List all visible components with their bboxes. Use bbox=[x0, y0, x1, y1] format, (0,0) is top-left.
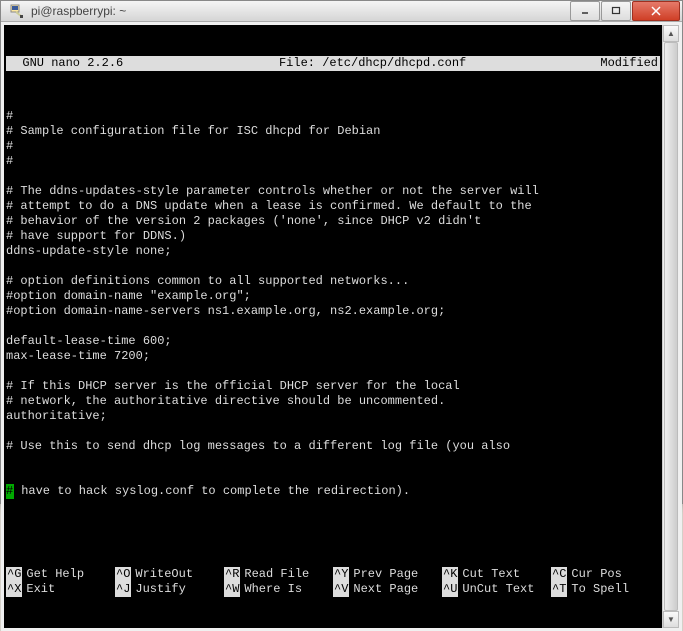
file-line: # option definitions common to all suppo… bbox=[6, 274, 660, 289]
terminal-container: GNU nano 2.2.6 File: /etc/dhcp/dhcpd.con… bbox=[1, 22, 682, 631]
shortcut-item: ^T To Spell bbox=[551, 582, 660, 597]
file-line: ddns-update-style none; bbox=[6, 244, 660, 259]
file-line: # bbox=[6, 139, 660, 154]
file-line: max-lease-time 7200; bbox=[6, 349, 660, 364]
shortcut-label: Prev Page bbox=[353, 567, 418, 582]
editor-header: GNU nano 2.2.6 File: /etc/dhcp/dhcpd.con… bbox=[6, 56, 660, 71]
app-window: pi@raspberrypi: ~ GNU nano 2.2.6 File: /… bbox=[0, 0, 683, 504]
shortcut-item: ^W Where Is bbox=[224, 582, 333, 597]
file-line: # attempt to do a DNS update when a leas… bbox=[6, 199, 660, 214]
file-line: #option domain-name-servers ns1.example.… bbox=[6, 304, 660, 319]
file-line: # The ddns-updates-style parameter contr… bbox=[6, 184, 660, 199]
window-title: pi@raspberrypi: ~ bbox=[31, 4, 569, 18]
shortcut-item: ^G Get Help bbox=[6, 567, 115, 582]
shortcut-item: ^X Exit bbox=[6, 582, 115, 597]
shortcut-key: ^G bbox=[6, 567, 22, 582]
file-line bbox=[6, 259, 660, 274]
shortcut-bar: ^G Get Help ^O WriteOut ^R Read File ^Y Prev Pa… bbox=[6, 567, 660, 597]
file-line: # network, the authoritative directive s… bbox=[6, 394, 660, 409]
file-line: # have support for DDNS.) bbox=[6, 229, 660, 244]
file-line: authoritative; bbox=[6, 409, 660, 424]
cursor-line: # have to hack syslog.conf to complete t… bbox=[6, 484, 660, 499]
file-line bbox=[6, 364, 660, 379]
shortcut-label: Exit bbox=[26, 582, 55, 597]
file-line: # Use this to send dhcp log messages to … bbox=[6, 439, 660, 454]
shortcut-label: Cut Text bbox=[462, 567, 520, 582]
file-content: ## Sample configuration file for ISC dhc… bbox=[6, 109, 660, 454]
file-line: # bbox=[6, 154, 660, 169]
file-line bbox=[6, 169, 660, 184]
file-line: # If this DHCP server is the official DH… bbox=[6, 379, 660, 394]
scroll-up-button[interactable]: ▲ bbox=[663, 25, 679, 42]
terminal[interactable]: GNU nano 2.2.6 File: /etc/dhcp/dhcpd.con… bbox=[4, 25, 662, 628]
shortcut-label: Next Page bbox=[353, 582, 418, 597]
shortcut-label: UnCut Text bbox=[462, 582, 534, 597]
titlebar[interactable]: pi@raspberrypi: ~ bbox=[1, 1, 682, 22]
shortcut-label: Cur Pos bbox=[571, 567, 621, 582]
shortcut-label: To Spell bbox=[571, 582, 629, 597]
shortcut-item: ^J Justify bbox=[115, 582, 224, 597]
scroll-thumb[interactable] bbox=[664, 42, 678, 611]
putty-icon bbox=[9, 3, 25, 19]
shortcut-item: ^O WriteOut bbox=[115, 567, 224, 582]
cursor: # bbox=[6, 484, 14, 499]
shortcut-key: ^U bbox=[442, 582, 458, 597]
shortcut-key: ^Y bbox=[333, 567, 349, 582]
shortcut-label: Get Help bbox=[26, 567, 84, 582]
shortcut-key: ^R bbox=[224, 567, 240, 582]
editor-status: Modified bbox=[598, 56, 660, 71]
maximize-button[interactable] bbox=[601, 1, 631, 21]
shortcut-key: ^O bbox=[115, 567, 131, 582]
shortcut-key: ^J bbox=[115, 582, 131, 597]
scroll-down-button[interactable]: ▼ bbox=[663, 611, 679, 628]
shortcut-key: ^C bbox=[551, 567, 567, 582]
shortcut-label: Where Is bbox=[244, 582, 302, 597]
file-line bbox=[6, 319, 660, 334]
shortcut-item: ^V Next Page bbox=[333, 582, 442, 597]
shortcut-item: ^K Cut Text bbox=[442, 567, 551, 582]
editor-file-label: File: /etc/dhcp/dhcpd.conf bbox=[147, 56, 599, 71]
shortcut-item: ^U UnCut Text bbox=[442, 582, 551, 597]
file-line: # behavior of the version 2 packages ('n… bbox=[6, 214, 660, 229]
file-line: #option domain-name "example.org"; bbox=[6, 289, 660, 304]
shortcut-label: Read File bbox=[244, 567, 309, 582]
file-line: default-lease-time 600; bbox=[6, 334, 660, 349]
shortcut-item: ^Y Prev Page bbox=[333, 567, 442, 582]
scrollbar[interactable]: ▲ ▼ bbox=[662, 25, 679, 628]
shortcut-key: ^X bbox=[6, 582, 22, 597]
shortcut-item: ^C Cur Pos bbox=[551, 567, 660, 582]
window-controls bbox=[569, 1, 680, 21]
shortcut-label: Justify bbox=[135, 582, 185, 597]
scroll-track[interactable] bbox=[663, 42, 679, 611]
close-button[interactable] bbox=[632, 1, 680, 21]
shortcut-key: ^V bbox=[333, 582, 349, 597]
cursor-line-rest: have to hack syslog.conf to complete the… bbox=[14, 484, 410, 499]
shortcut-key: ^K bbox=[442, 567, 458, 582]
file-line: # bbox=[6, 109, 660, 124]
shortcut-key: ^T bbox=[551, 582, 567, 597]
shortcut-key: ^W bbox=[224, 582, 240, 597]
shortcut-label: WriteOut bbox=[135, 567, 193, 582]
shortcut-item: ^R Read File bbox=[224, 567, 333, 582]
file-line: # Sample configuration file for ISC dhcp… bbox=[6, 124, 660, 139]
file-line bbox=[6, 424, 660, 439]
editor-app-name: GNU nano 2.2.6 bbox=[6, 56, 147, 71]
minimize-button[interactable] bbox=[570, 1, 600, 21]
